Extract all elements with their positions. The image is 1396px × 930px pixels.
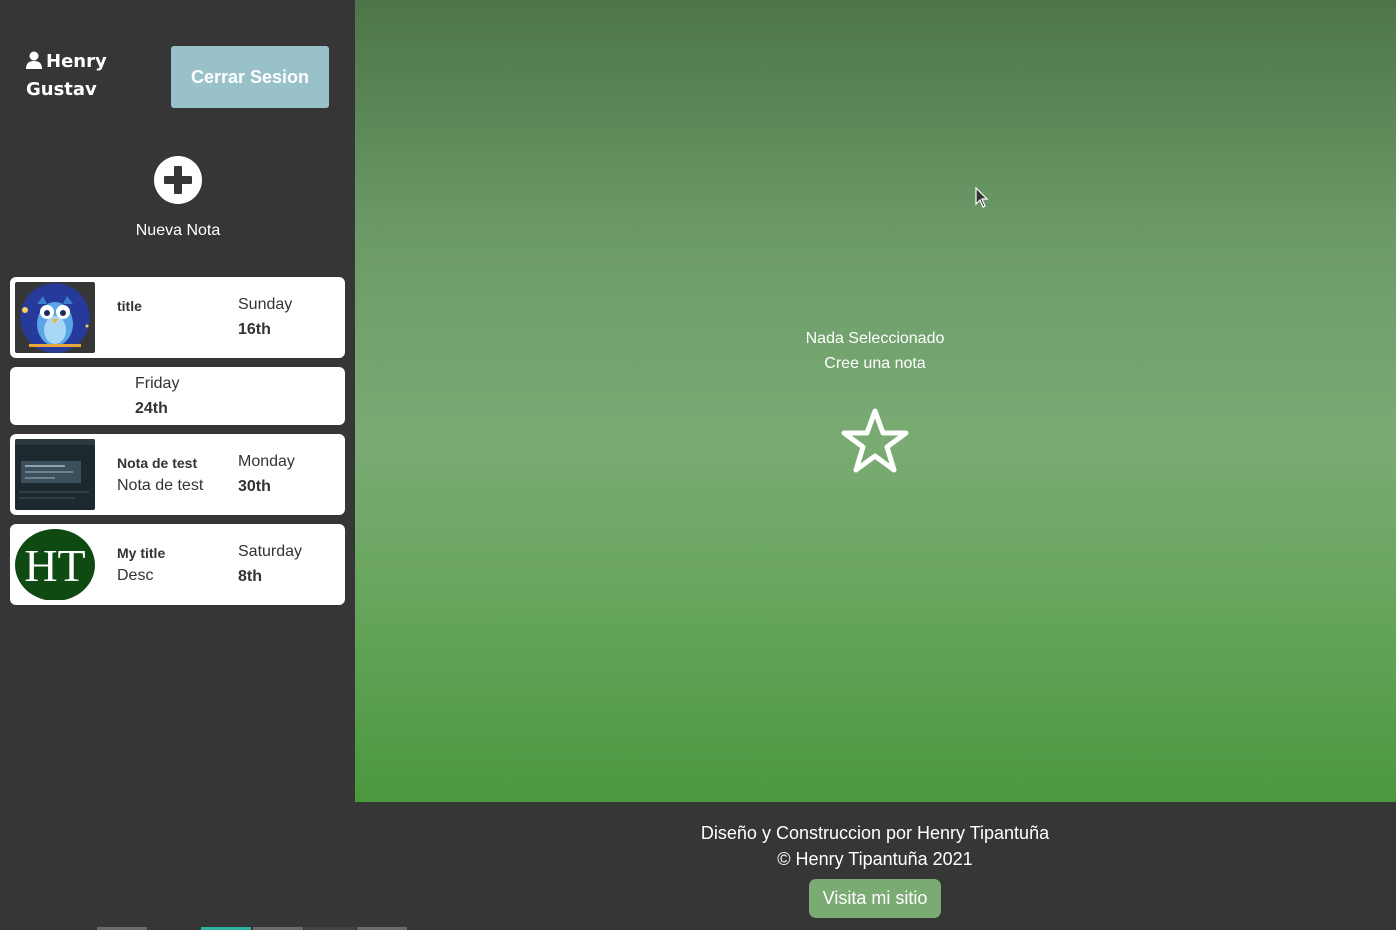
entry-day-number: 8th (238, 568, 262, 585)
entry-day: Saturday (238, 543, 303, 560)
user-display: Henry Gustav (26, 48, 156, 104)
entry-body: title (117, 297, 237, 315)
owl-thumbnail (15, 282, 95, 353)
plus-circle-icon (154, 156, 202, 204)
user-name-first: Henry (46, 51, 107, 72)
entry-body: My title Desc (117, 544, 237, 590)
mouse-cursor-icon (975, 187, 989, 208)
footer-copyright: © Henry Tipantuña 2021 (777, 849, 973, 869)
footer-credits: Diseño y Construccion por Henry Tipantuñ… (700, 823, 1050, 843)
entry-day-number: 30th (238, 478, 271, 495)
footer: Diseño y Construccion por Henry Tipantuñ… (355, 802, 1396, 930)
entry-body: Nota de test Nota de test (117, 454, 237, 500)
logout-button[interactable]: Cerrar Sesion (171, 46, 329, 108)
nothing-selected-message: Nada Seleccionado Cree una nota (355, 326, 1395, 376)
entry-day: Monday (238, 453, 295, 470)
new-note-label: Nueva Nota (135, 222, 221, 239)
entry-date: Monday 30th (238, 449, 338, 499)
entry-item[interactable]: title Sunday 16th (10, 277, 345, 358)
entry-item[interactable]: HT My title Desc Saturday 8th (10, 524, 345, 605)
entry-item[interactable]: Nota de test Nota de test Monday 30th (10, 434, 345, 515)
entry-date: Saturday 8th (238, 539, 338, 589)
visit-site-button[interactable]: Visita mi sitio (809, 879, 941, 918)
user-name-last: Gustav (26, 79, 97, 100)
entry-title: title (117, 298, 142, 314)
entry-title: My title (117, 545, 166, 561)
entry-date: Sunday 16th (238, 292, 338, 342)
star-outline-icon (841, 408, 909, 473)
entry-day-number: 16th (238, 321, 271, 338)
entry-day: Friday (135, 375, 180, 392)
entry-desc: Desc (117, 567, 154, 584)
ht-logo-thumbnail: HT (15, 529, 95, 600)
new-note-button[interactable]: Nueva Nota (100, 156, 256, 248)
nothing-selected-title: Nada Seleccionado (805, 330, 945, 347)
entry-date: Friday 24th (135, 371, 235, 421)
entry-desc: Nota de test (117, 477, 204, 494)
svg-text:HT: HT (24, 540, 85, 591)
screenshot-thumbnail (15, 439, 95, 510)
entry-item[interactable]: Friday 24th (10, 367, 345, 425)
main-panel: Nada Seleccionado Cree una nota (355, 0, 1396, 802)
journal-app: Henry Gustav Cerrar Sesion Nueva Nota ti… (0, 0, 1396, 930)
nothing-selected-hint: Cree una nota (824, 355, 926, 372)
sidebar: Henry Gustav Cerrar Sesion Nueva Nota ti… (0, 0, 355, 802)
entry-day: Sunday (238, 296, 293, 313)
user-icon (26, 51, 42, 69)
entry-day-number: 24th (135, 400, 168, 417)
entry-list: title Sunday 16th Friday 24th Nota de te… (10, 277, 345, 614)
entry-title: Nota de test (117, 455, 198, 471)
